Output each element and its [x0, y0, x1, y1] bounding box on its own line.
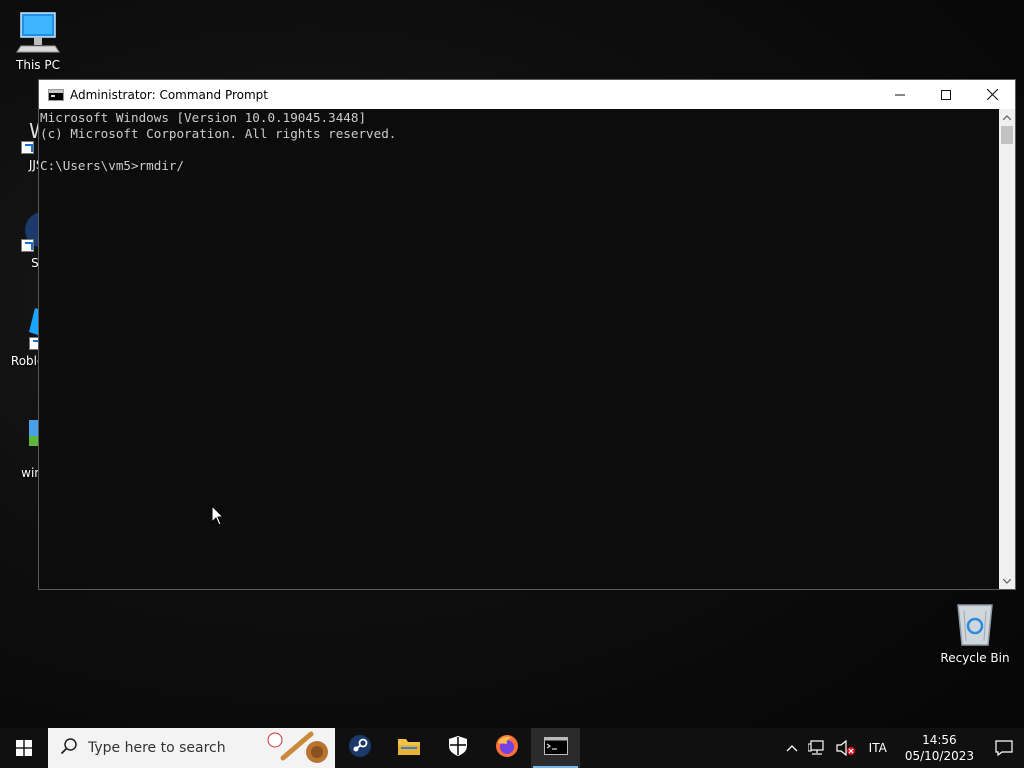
window-titlebar[interactable]: Administrator: Command Prompt [39, 80, 1015, 109]
file-explorer-icon [397, 735, 421, 761]
security-shield-icon [448, 735, 468, 761]
vertical-scrollbar[interactable] [999, 109, 1015, 589]
shortcut-arrow-icon [21, 239, 34, 252]
network-icon [807, 740, 824, 755]
action-center-button[interactable] [984, 728, 1024, 768]
notification-icon [995, 740, 1013, 756]
system-tray: ITA 14:56 05/10/2023 [781, 728, 1024, 768]
command-prompt-icon [48, 88, 64, 101]
show-hidden-icons-button[interactable] [781, 728, 803, 768]
desktop-icon-label: This PC [16, 58, 60, 72]
firefox-icon [495, 734, 519, 762]
taskbar-search-box[interactable]: Type here to search [48, 728, 335, 768]
console-prompt-line: C:\Users\vm5>rmdir/ [40, 158, 185, 173]
chevron-down-icon [1003, 578, 1011, 584]
scroll-up-button[interactable] [999, 109, 1015, 125]
maximize-button[interactable] [923, 80, 969, 109]
taskbar-app-firefox[interactable] [482, 728, 531, 768]
start-button[interactable] [0, 728, 48, 768]
taskbar-app-security[interactable] [433, 728, 482, 768]
input-language-indicator[interactable]: ITA [861, 728, 895, 768]
windows-logo-icon [16, 740, 32, 756]
recycle-bin-icon [952, 603, 998, 647]
console-line: (c) Microsoft Corporation. All rights re… [40, 126, 397, 141]
volume-button[interactable] [831, 728, 861, 768]
chevron-up-icon [1003, 114, 1011, 120]
desktop-icon-recycle-bin[interactable]: Recycle Bin [937, 603, 1013, 665]
window-controls [877, 80, 1015, 109]
minimize-button[interactable] [877, 80, 923, 109]
taskbar: Type here to search ITA 14:56 05/10/2023 [0, 728, 1024, 768]
network-button[interactable] [803, 728, 831, 768]
desktop-icon-this-pc[interactable]: This PC [0, 10, 76, 72]
minimize-icon [895, 94, 905, 95]
this-pc-icon [15, 10, 61, 54]
taskbar-app-file-explorer[interactable] [384, 728, 433, 768]
clock-date: 05/10/2023 [904, 749, 974, 763]
command-prompt-window[interactable]: Administrator: Command Prompt Microsoft … [38, 79, 1016, 590]
clock-time: 14:56 [922, 733, 957, 747]
shortcut-arrow-icon [21, 141, 34, 154]
command-prompt-icon [543, 737, 568, 759]
scroll-down-button[interactable] [999, 573, 1015, 589]
search-placeholder: Type here to search [88, 740, 226, 756]
desktop-icon-label: Recycle Bin [940, 651, 1010, 665]
console-line: Microsoft Windows [Version 10.0.19045.34… [40, 110, 367, 125]
close-icon [986, 89, 998, 100]
taskbar-app-steam[interactable] [335, 728, 384, 768]
close-button[interactable] [969, 80, 1015, 109]
window-title: Administrator: Command Prompt [70, 87, 268, 102]
search-highlight-baseball-icon [267, 730, 331, 768]
search-icon [60, 737, 78, 759]
clock[interactable]: 14:56 05/10/2023 [895, 728, 984, 768]
maximize-icon [941, 89, 951, 100]
mouse-cursor-icon [211, 504, 225, 531]
console-output[interactable]: Microsoft Windows [Version 10.0.19045.34… [39, 109, 999, 589]
steam-icon [348, 734, 372, 762]
chevron-up-icon [786, 745, 798, 752]
scrollbar-thumb[interactable] [1001, 126, 1013, 144]
taskbar-app-command-prompt[interactable] [531, 728, 580, 768]
volume-muted-icon [836, 740, 855, 756]
